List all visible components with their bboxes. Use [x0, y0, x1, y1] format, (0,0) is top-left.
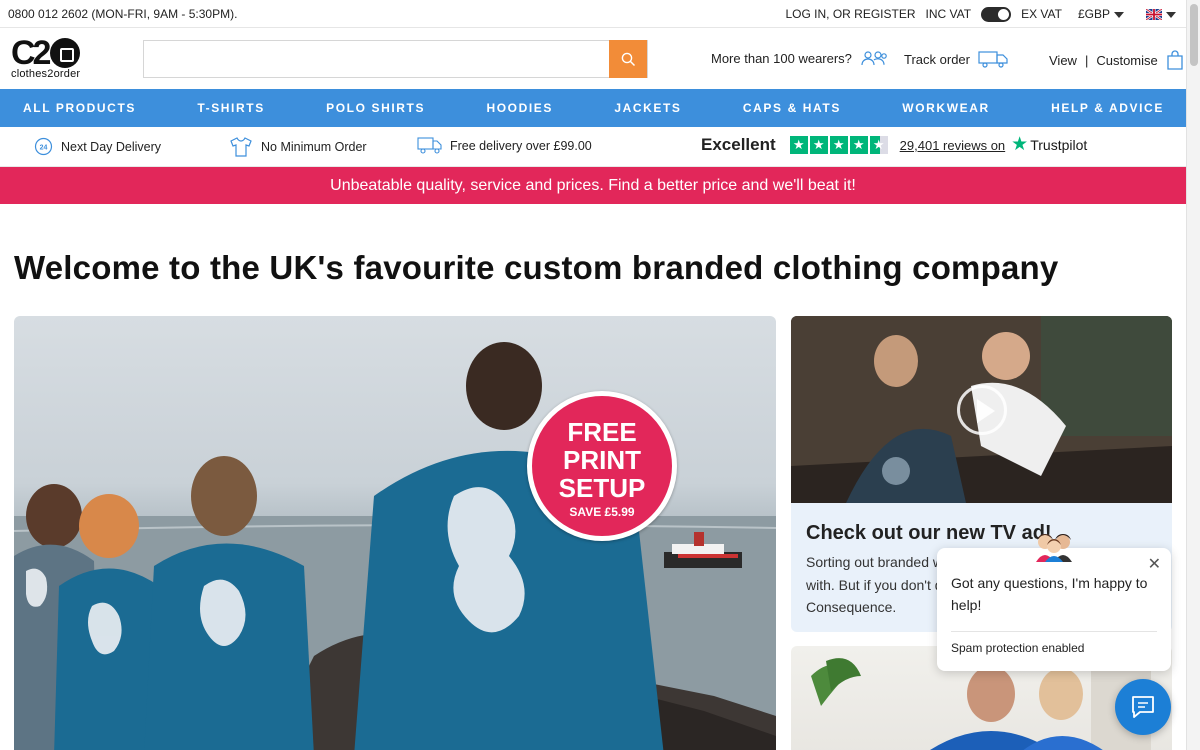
trustpilot-label: Trustpilot	[1030, 137, 1088, 153]
currency-selector[interactable]: £GBP	[1078, 7, 1124, 21]
hero-image	[14, 342, 776, 750]
hero-banner[interactable]: FREE PRINT SETUP SAVE £5.99	[14, 316, 776, 750]
scrollbar-thumb[interactable]	[1190, 4, 1198, 66]
t-shirt-icon	[230, 137, 252, 157]
trustpilot-star-icon: ★	[1011, 134, 1029, 155]
logo-subtext: clothes2order	[11, 68, 81, 80]
top-bar-actions: LOG IN, OR REGISTER INC VAT EX VAT £GBP	[785, 0, 1176, 28]
nav-help-advice[interactable]: HELP & ADVICE	[1051, 101, 1164, 115]
24-hour-clock-icon: 24	[34, 137, 53, 156]
chat-popup[interactable]: ✕ Got any questions, I'm happy to help! …	[937, 548, 1171, 671]
star-icon: ★	[809, 136, 828, 154]
logo-mark: C2	[11, 34, 91, 72]
inc-vat-label: INC VAT	[925, 7, 972, 21]
search-input[interactable]	[144, 41, 610, 77]
rating-word: Excellent	[701, 135, 776, 154]
spam-protection-label: Spam protection enabled	[951, 641, 1085, 655]
support-avatars-icon	[1036, 534, 1072, 562]
usp-next-day: 24 Next Day Delivery	[34, 137, 161, 156]
star-icon: ★	[789, 136, 808, 154]
chat-message: Got any questions, I'm happy to help!	[951, 575, 1148, 613]
language-selector[interactable]	[1146, 7, 1176, 21]
site-logo[interactable]: C2 clothes2order	[11, 34, 91, 82]
chat-bubble-icon	[1132, 696, 1154, 718]
chevron-down-icon	[1114, 11, 1124, 18]
currency-label: £GBP	[1077, 7, 1110, 21]
search-icon	[621, 52, 635, 66]
free-print-setup-badge: FREE PRINT SETUP SAVE £5.99	[527, 391, 677, 541]
view-link[interactable]: View	[1049, 53, 1077, 68]
nav-jackets[interactable]: JACKETS	[614, 101, 681, 115]
vat-toggle[interactable]	[981, 6, 1012, 22]
nav-hoodies[interactable]: HOODIES	[486, 101, 553, 115]
badge-line-1: FREE	[567, 417, 637, 447]
main-navigation: ALL PRODUCTS T-SHIRTS POLO SHIRTS HOODIE…	[0, 89, 1186, 127]
shopping-bag-icon	[1167, 50, 1183, 70]
wearers-link[interactable]: More than 100 wearers?	[711, 50, 888, 66]
free-delivery-label: Free delivery over £99.00	[450, 138, 592, 153]
uk-flag-icon	[1146, 9, 1162, 21]
reviews-link[interactable]: 29,401 reviews on	[900, 138, 1006, 153]
track-order-link[interactable]: Track order	[904, 50, 1008, 68]
chevron-down-icon	[1166, 11, 1176, 18]
phone-number[interactable]: 0800 012 2602 (MON-FRI, 9AM - 5:30PM).	[8, 7, 237, 21]
usp-free-delivery: Free delivery over £99.00	[417, 137, 592, 154]
login-register-link[interactable]: LOG IN, OR REGISTER	[785, 7, 915, 21]
customise-link[interactable]: Customise	[1096, 53, 1157, 68]
close-icon[interactable]: ✕	[1148, 554, 1161, 574]
nav-caps-hats[interactable]: CAPS & HATS	[743, 101, 841, 115]
page-title: Welcome to the UK's favourite custom bra…	[14, 249, 1059, 286]
svg-text:24: 24	[40, 144, 48, 151]
tv-ad-text: Sorting out branded we with. But if you …	[806, 554, 951, 615]
chat-divider	[951, 631, 1157, 632]
nav-polo-shirts[interactable]: POLO SHIRTS	[326, 101, 425, 115]
usp-bar: 24 Next Day Delivery No Minimum Order Fr…	[0, 127, 1186, 167]
wearers-label: More than 100 wearers?	[711, 50, 852, 66]
star-rating: ★ ★ ★ ★ ★	[789, 136, 888, 154]
promo-banner[interactable]: Unbeatable quality, service and prices. …	[0, 167, 1186, 204]
people-group-icon	[861, 51, 887, 66]
logo-mark-text: C2	[11, 34, 52, 72]
play-icon[interactable]	[957, 385, 1007, 435]
nav-workwear[interactable]: WORKWEAR	[902, 101, 989, 115]
delivery-truck-icon	[978, 51, 1008, 68]
badge-line-2: PRINT	[563, 445, 641, 475]
star-icon: ★	[849, 136, 868, 154]
logo-circle-icon	[50, 38, 81, 68]
badge-save: SAVE £5.99	[569, 505, 635, 519]
page-scrollbar[interactable]	[1186, 0, 1200, 750]
site-header: C2 clothes2order More than 100 wearers? …	[0, 29, 1186, 89]
ex-vat-label: EX VAT	[1021, 7, 1062, 21]
min-order-label: No Minimum Order	[261, 140, 367, 154]
search-button[interactable]	[609, 40, 647, 78]
trustpilot-logo: ★ Trustpilot	[1011, 134, 1088, 155]
usp-min-order: No Minimum Order	[229, 137, 367, 157]
badge-line-3: SETUP	[558, 473, 646, 503]
star-half-icon: ★	[869, 136, 888, 154]
nav-t-shirts[interactable]: T-SHIRTS	[197, 101, 264, 115]
next-day-label: Next Day Delivery	[61, 139, 162, 154]
header-divider: |	[1084, 52, 1089, 68]
delivery-van-icon	[417, 137, 442, 154]
top-bar: 0800 012 2602 (MON-FRI, 9AM - 5:30PM). L…	[0, 0, 1186, 28]
track-order-label: Track order	[904, 51, 970, 67]
star-icon: ★	[829, 136, 848, 154]
search-box	[143, 40, 648, 78]
tv-ad-video-thumbnail[interactable]	[791, 316, 1172, 503]
tv-ad-title: Check out our new TV ad!	[806, 522, 1052, 544]
trustpilot-widget[interactable]: Excellent ★ ★ ★ ★ ★ 29,401 reviews on ★ …	[701, 135, 1087, 155]
basket-link[interactable]: View | Customise	[1049, 50, 1184, 70]
nav-all-products[interactable]: ALL PRODUCTS	[23, 101, 136, 115]
chat-launcher-button[interactable]	[1115, 679, 1171, 735]
